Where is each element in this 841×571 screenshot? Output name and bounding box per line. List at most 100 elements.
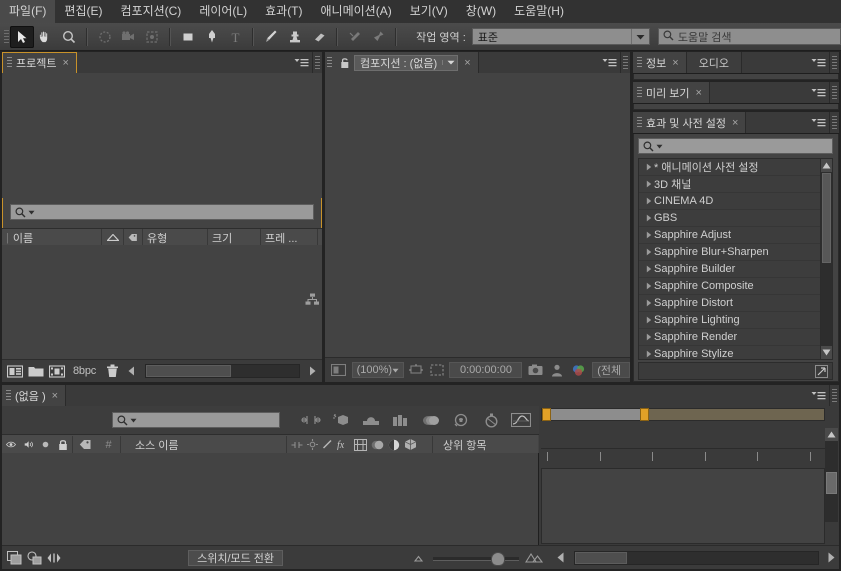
comp-mini-flowchart-button[interactable]	[27, 549, 42, 566]
effects-category-row[interactable]: Sapphire Builder	[639, 261, 832, 278]
pen-tool-button[interactable]	[200, 26, 224, 48]
disclosure-triangle-icon[interactable]	[643, 197, 654, 205]
timeline-hscroll-right-button[interactable]	[826, 551, 835, 565]
scrollbar-thumb[interactable]	[575, 551, 628, 564]
motion-blur-button[interactable]	[416, 408, 446, 432]
toggle-mask-paths-button[interactable]	[408, 362, 425, 378]
column-framerate[interactable]: 프레 ...	[261, 229, 318, 246]
shape-tool-button[interactable]	[176, 26, 200, 48]
puppet-pin-tool-button[interactable]	[366, 26, 390, 48]
column-sort-arrow[interactable]	[102, 229, 124, 246]
column-parent[interactable]: 상위 항목	[433, 436, 538, 453]
column-label-tag[interactable]	[124, 229, 143, 246]
disclosure-triangle-icon[interactable]	[643, 316, 654, 324]
work-area-active-region[interactable]	[542, 409, 644, 420]
timeline-panel-menu-button[interactable]	[807, 385, 829, 406]
close-icon[interactable]: ×	[672, 57, 678, 69]
effects-category-row[interactable]: GBS	[639, 210, 832, 227]
project-panel-resize-grip[interactable]	[312, 52, 322, 73]
eraser-tool-button[interactable]	[307, 26, 331, 48]
hide-shy-layers-button[interactable]	[356, 408, 386, 432]
close-icon[interactable]: ×	[62, 57, 68, 69]
time-ruler[interactable]	[541, 448, 825, 467]
disclosure-triangle-icon[interactable]	[643, 180, 654, 188]
disclosure-triangle-icon[interactable]	[643, 350, 654, 358]
work-area-end-handle[interactable]	[639, 408, 649, 421]
new-animation-preset-icon[interactable]	[815, 364, 828, 378]
composition-panel-menu-button[interactable]	[598, 52, 620, 73]
magnification-select[interactable]: (100%)	[351, 362, 405, 378]
new-composition-button[interactable]	[6, 362, 24, 380]
disclosure-triangle-icon[interactable]	[643, 163, 654, 171]
timeline-horizontal-scrollbar[interactable]	[574, 550, 820, 565]
scrollbar-thumb[interactable]	[826, 472, 837, 494]
info-panel-resize-grip[interactable]	[829, 52, 839, 73]
disclosure-triangle-icon[interactable]	[643, 231, 654, 239]
project-flowchart-button[interactable]	[305, 293, 320, 310]
preview-panel-resize-grip[interactable]	[829, 82, 839, 103]
close-icon[interactable]: ×	[464, 57, 470, 69]
hscroll-right-button[interactable]	[305, 364, 319, 378]
tab-grip[interactable]	[7, 57, 12, 69]
preview-panel-menu-button[interactable]	[807, 82, 829, 103]
scrollbar-thumb[interactable]	[146, 365, 232, 377]
graph-editor-button[interactable]	[506, 408, 536, 432]
scroll-up-button[interactable]	[825, 428, 838, 441]
scroll-down-button[interactable]	[821, 346, 832, 359]
chevron-down-icon[interactable]	[442, 60, 455, 65]
new-folder-button[interactable]	[27, 362, 45, 380]
hand-tool-button[interactable]	[34, 26, 58, 48]
timeline-track-canvas[interactable]	[541, 468, 825, 544]
tab-composition[interactable]: 컴포지션 : (없음) ×	[325, 52, 479, 73]
auto-keyframe-button[interactable]	[476, 408, 506, 432]
disclosure-triangle-icon[interactable]	[643, 299, 654, 307]
disclosure-triangle-icon[interactable]	[643, 214, 654, 222]
effects-category-row[interactable]: Sapphire Render	[639, 329, 832, 346]
draft-3d-button[interactable]	[326, 408, 356, 432]
effects-category-row[interactable]: * 애니메이션 사전 설정	[639, 159, 832, 176]
work-area-start-handle[interactable]	[542, 408, 551, 421]
disclosure-triangle-icon[interactable]	[643, 265, 654, 273]
close-icon[interactable]: ×	[52, 390, 58, 402]
tab-grip[interactable]	[327, 56, 332, 69]
timeline-search-input[interactable]	[112, 412, 280, 428]
lock-icon[interactable]	[336, 57, 354, 69]
channel-select-button[interactable]	[570, 362, 589, 378]
pan-behind-tool-button[interactable]	[141, 26, 165, 48]
menu-item-file[interactable]: 파일(F)	[0, 0, 56, 23]
effects-category-row[interactable]: Sapphire Blur+Sharpen	[639, 244, 832, 261]
menu-item-composition[interactable]: 컴포지션(C)	[111, 0, 190, 23]
tab-audio[interactable]: 오디오	[686, 52, 743, 73]
roto-brush-tool-button[interactable]	[343, 26, 367, 48]
camera-tool-button[interactable]	[117, 26, 141, 48]
brainstorm-button[interactable]	[446, 408, 476, 432]
effects-category-row[interactable]: Sapphire Distort	[639, 295, 832, 312]
timeline-zoom-slider[interactable]	[433, 551, 520, 566]
timeline-layer-list[interactable]	[2, 453, 539, 546]
clone-stamp-tool-button[interactable]	[283, 26, 307, 48]
column-source-name[interactable]: 소스 이름	[121, 436, 287, 453]
menu-item-view[interactable]: 보기(V)	[401, 0, 457, 23]
tab-grip[interactable]	[637, 116, 642, 129]
effects-category-list[interactable]: * 애니메이션 사전 설정 3D 채널 CINEMA 4D GBS Sapphire A…	[638, 158, 833, 360]
effects-vertical-scrollbar[interactable]	[820, 158, 833, 360]
tab-effects-presets[interactable]: 효과 및 사전 설정 ×	[633, 112, 747, 133]
project-panel-menu-button[interactable]	[290, 52, 312, 73]
zoom-slider-knob[interactable]	[491, 551, 506, 566]
project-search-input[interactable]	[10, 204, 314, 220]
show-snapshot-button[interactable]	[549, 362, 566, 378]
disclosure-triangle-icon[interactable]	[643, 282, 654, 290]
composition-viewer-stage[interactable]	[325, 73, 630, 358]
column-size[interactable]: 크기	[208, 229, 261, 246]
frame-blending-button[interactable]	[386, 408, 416, 432]
timeline-vertical-scrollbar[interactable]	[825, 428, 838, 522]
menu-item-help[interactable]: 도움말(H)	[505, 0, 573, 23]
column-video-eye[interactable]	[2, 436, 20, 453]
column-number[interactable]: #	[97, 436, 121, 453]
effects-search-input[interactable]	[638, 138, 833, 154]
brush-tool-button[interactable]	[259, 26, 283, 48]
timeline-hscroll-left-button[interactable]	[556, 551, 565, 565]
close-icon[interactable]: ×	[696, 87, 702, 99]
column-label-tag[interactable]	[73, 436, 97, 453]
menu-item-window[interactable]: 창(W)	[457, 0, 505, 23]
